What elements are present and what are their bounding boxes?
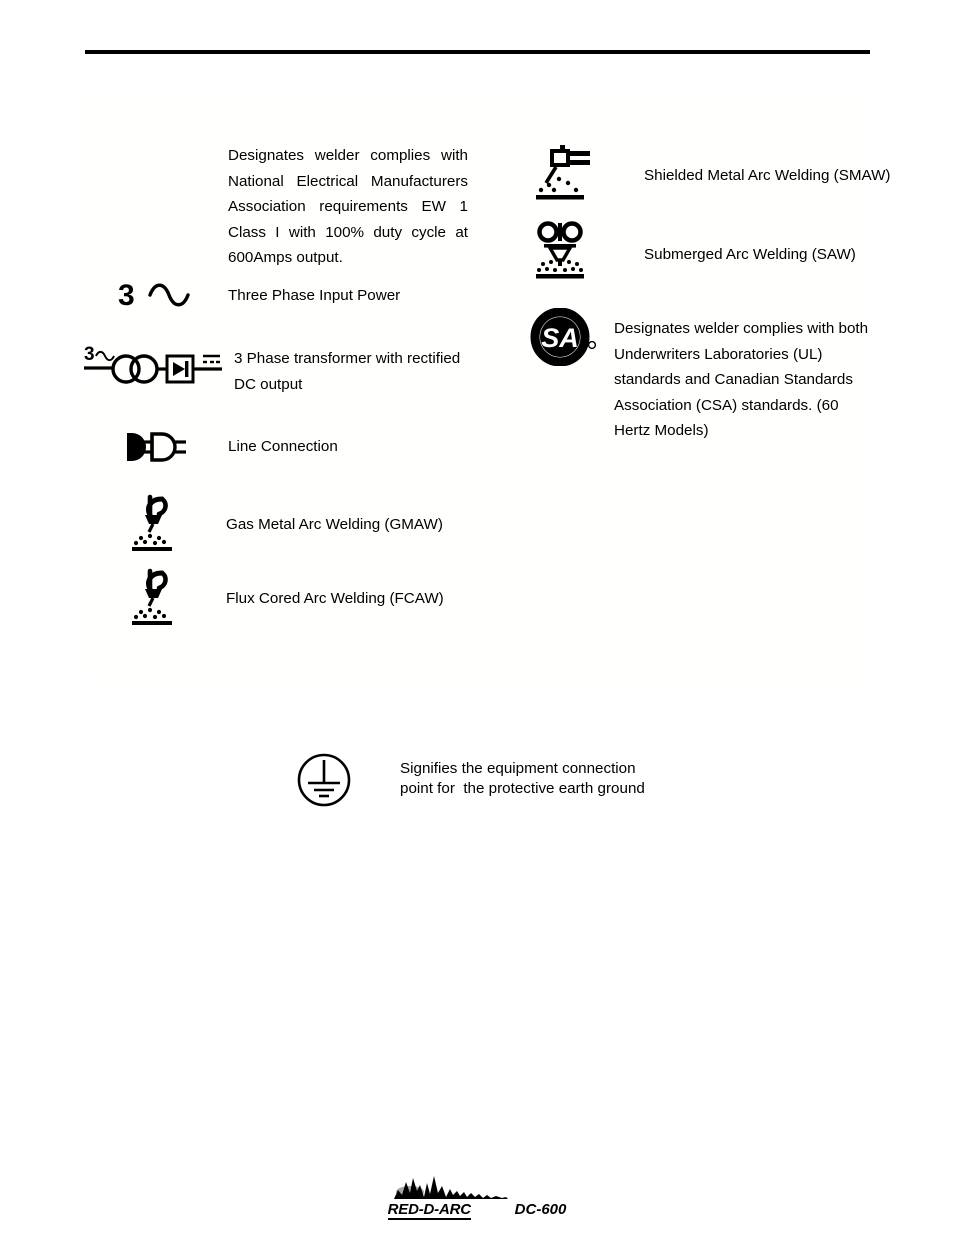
legend-item-smaw-text: Shielded Metal Arc Welding (SMAW) [644, 167, 891, 184]
legend-item-nema: Designates welder complies with National… [228, 143, 468, 271]
saw-hopper-icon [534, 220, 596, 282]
csa-logo-text: SA [541, 323, 579, 353]
legend-item-line-connection: Line Connection [118, 425, 518, 469]
legend-item-gmaw: Gas Metal Arc Welding (GMAW) [128, 494, 528, 551]
sine-wave-glyph [147, 283, 191, 312]
legend-item-fcaw: Flux Cored Arc Welding (FCAW) [128, 568, 528, 625]
legend-item-saw-text: Submerged Arc Welding (SAW) [644, 246, 856, 263]
red-d-arc-mountain-logo [392, 1173, 508, 1204]
gmaw-torch-icon [128, 494, 180, 551]
smaw-electrode-holder-icon [534, 145, 596, 203]
legend-item-nema-text: Designates welder complies with National… [228, 147, 468, 266]
legend-item-csa-text: Designates welder complies with both Und… [614, 320, 869, 439]
header-rule [85, 50, 870, 54]
legend-item-csa: SA Designates welder complies with both … [530, 307, 930, 444]
protective-earth-ground-icon [294, 750, 354, 810]
brand-name: RED-D-ARC [387, 1201, 471, 1220]
red-d-arc-brand-block: RED-D-ARC [387, 1173, 508, 1220]
transformer-rectifier-icon: 3 [84, 344, 226, 390]
legend-item-line-connection-text: Line Connection [228, 438, 338, 455]
csa-certification-logo: SA [530, 307, 600, 367]
ground-text-line-1: Signifies the equipment connection [400, 760, 636, 777]
legend-item-transformer-text: 3 Phase transformer with rectified DC ou… [234, 350, 461, 393]
legend-item-protective-earth-text-block: Signifies the equipment connection point… [400, 759, 645, 799]
legend-item-three-phase-input-text: Three Phase Input Power [228, 287, 401, 304]
plug-connection-icon [118, 425, 196, 469]
svg-text:3: 3 [84, 344, 95, 365]
fcaw-torch-icon [128, 568, 180, 625]
legend-item-gmaw-text: Gas Metal Arc Welding (GMAW) [226, 516, 443, 533]
three-phase-digit-label: 3 [118, 279, 135, 312]
legend-item-protective-earth: Signifies the equipment connection point… [294, 750, 714, 810]
legend-item-transformer: 3 3 Phase transformer with rectified DC … [84, 344, 544, 397]
three-phase-sine-icon: 3 [118, 276, 210, 316]
legend-item-smaw: Shielded Metal Arc Welding (SMAW) [534, 145, 934, 203]
ground-text-line-2: point for the protective earth ground [400, 780, 645, 797]
model-name: DC-600 [514, 1201, 567, 1218]
legend-item-fcaw-text: Flux Cored Arc Welding (FCAW) [226, 590, 444, 607]
page-footer: RED-D-ARC DC-600 [0, 1173, 954, 1220]
legend-item-three-phase-input: 3 Three Phase Input Power [118, 276, 518, 316]
legend-item-saw: Submerged Arc Welding (SAW) [534, 220, 934, 282]
